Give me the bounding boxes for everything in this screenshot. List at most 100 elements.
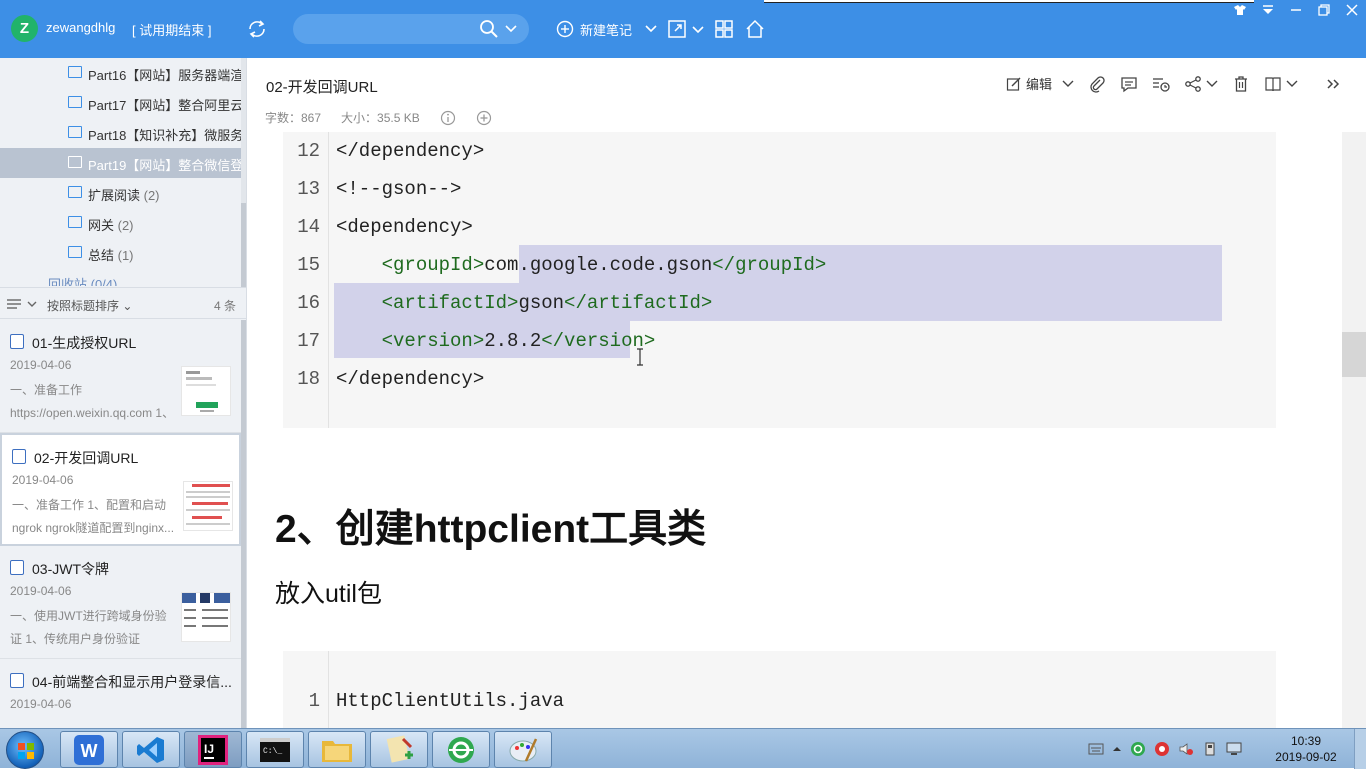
network-icon[interactable]	[1226, 741, 1242, 757]
list-scrollbar[interactable]	[241, 320, 246, 728]
chevron-up-icon[interactable]	[1112, 744, 1122, 754]
code-text: <artifactId>gson</artifactId>	[381, 292, 713, 314]
show-desktop-button[interactable]	[1354, 729, 1366, 769]
taskbar-explorer[interactable]	[308, 731, 366, 768]
usb-icon[interactable]	[1202, 741, 1218, 757]
grid-icon[interactable]	[713, 18, 735, 40]
taskbar-wps[interactable]: W	[60, 731, 118, 768]
comment-icon[interactable]	[1120, 75, 1138, 93]
trial-status[interactable]: [ 试用期结束 ]	[132, 20, 211, 39]
search-icon[interactable]	[479, 19, 499, 39]
taskbar-cmd[interactable]: C:\_	[246, 731, 304, 768]
scrollbar-thumb[interactable]	[1342, 332, 1366, 377]
code-text: <version>2.8.2</version>	[381, 330, 656, 352]
folder-item[interactable]: Part16【网站】服务器端渲	[0, 58, 241, 88]
taskbar-paint[interactable]	[494, 731, 552, 768]
expand-icon[interactable]	[666, 18, 688, 40]
system-tray	[1088, 739, 1242, 759]
taskbar-vscode[interactable]	[122, 731, 180, 768]
line-number: 13	[297, 178, 320, 200]
note-snippet: 一、准备工作 https://open.weixin.qq.com 1、注册 2…	[10, 383, 175, 420]
line-number: 15	[297, 254, 320, 276]
skin-icon[interactable]	[1226, 0, 1254, 20]
chevron-down-icon[interactable]	[1062, 79, 1074, 89]
taskbar-notepad[interactable]	[370, 731, 428, 768]
double-chevron-right-icon[interactable]	[1324, 75, 1342, 93]
code-line: 16 <artifactId>gson</artifactId>	[283, 284, 1276, 322]
code-block[interactable]: 12 </dependency> 13 <!--gson--> 14 <depe…	[283, 132, 1276, 428]
chevron-down-icon[interactable]	[1286, 79, 1298, 89]
chevron-down-icon[interactable]	[691, 18, 705, 40]
sort-dropdown[interactable]: 按照标题排序 ⌄	[47, 297, 132, 314]
username[interactable]: zewangdhlg	[46, 20, 115, 35]
code-block[interactable]: 1 HttpClientUtils.java	[283, 651, 1276, 728]
note-item[interactable]: 04-前端整合和显示用户登录信... 2019-04-06	[0, 659, 241, 728]
chevron-down-icon[interactable]	[504, 23, 518, 35]
avatar[interactable]: Z	[11, 15, 38, 42]
svg-text:IJ: IJ	[204, 742, 214, 756]
note-date: 2019-04-06	[12, 473, 74, 487]
folder-item-selected[interactable]: Part19【网站】整合微信登	[0, 148, 241, 178]
folder-item[interactable]: 总结 (1)	[0, 238, 241, 268]
note-item[interactable]: 03-JWT令牌 2019-04-06 一、使用JWT进行跨域身份验证 1、传统…	[0, 546, 241, 659]
recorder-tray-icon[interactable]	[1154, 741, 1170, 757]
folder-item[interactable]: Part17【网站】整合阿里云	[0, 88, 241, 118]
line-number: 14	[297, 216, 320, 238]
content-scrollbar[interactable]	[1342, 132, 1366, 728]
sync-icon[interactable]	[246, 18, 268, 40]
edit-button[interactable]: 编辑	[1006, 74, 1074, 93]
note-item[interactable]: 01-生成授权URL 2019-04-06 一、准备工作 https://ope…	[0, 320, 241, 433]
note-title: 03-JWT令牌	[32, 561, 109, 577]
attachment-icon[interactable]	[1088, 75, 1106, 93]
add-tag-icon[interactable]	[476, 110, 492, 126]
search-input[interactable]	[305, 20, 475, 38]
browser-tray-icon[interactable]	[1130, 741, 1146, 757]
code-text: </dependency>	[336, 140, 485, 162]
info-icon[interactable]	[440, 110, 456, 126]
scrollbar-thumb[interactable]	[241, 320, 246, 728]
minimize-icon[interactable]	[1282, 0, 1310, 20]
tree-scrollbar[interactable]	[241, 58, 246, 288]
scrollbar-thumb[interactable]	[241, 203, 246, 288]
recycle-bin[interactable]: 回收站 (0/4)	[48, 274, 117, 286]
note-thumbnail	[181, 366, 231, 416]
search-box	[293, 14, 529, 44]
chevron-down-icon[interactable]	[644, 23, 658, 35]
taskbar-browser[interactable]	[432, 731, 490, 768]
folder-item[interactable]: Part18【知识补充】微服务	[0, 118, 241, 148]
page-title: 02-开发回调URL	[266, 79, 378, 96]
doc-meta: 字数：867 大小：35.5 KB	[265, 109, 492, 126]
note-content[interactable]: 12 </dependency> 13 <!--gson--> 14 <depe…	[248, 132, 1342, 728]
folder-item[interactable]: 网关 (2)	[0, 208, 241, 238]
folder-icon	[68, 96, 82, 108]
trash-icon[interactable]	[1232, 75, 1250, 93]
folder-icon	[68, 246, 82, 258]
folder-item[interactable]: 扩展阅读 (2)	[0, 178, 241, 208]
chevron-down-icon[interactable]	[1206, 79, 1218, 89]
start-button[interactable]	[6, 731, 44, 769]
history-icon[interactable]	[1152, 75, 1170, 93]
new-note-button[interactable]: 新建笔记	[556, 18, 658, 40]
file-size: 大小：35.5 KB	[341, 111, 420, 125]
taskbar-intellij[interactable]: IJ	[184, 731, 242, 768]
menu-icon[interactable]	[1254, 0, 1282, 20]
volume-muted-icon[interactable]	[1178, 741, 1194, 757]
note-item-selected[interactable]: 02-开发回调URL 2019-04-06 一、准备工作 1、配置和启动ngro…	[0, 433, 241, 546]
folder-icon	[68, 66, 82, 78]
restore-icon[interactable]	[1310, 0, 1338, 20]
paint-icon	[509, 737, 538, 762]
home-icon[interactable]	[744, 18, 766, 40]
edit-label: 编辑	[1025, 77, 1052, 92]
clock[interactable]: 10:39 2019-09-02	[1266, 733, 1346, 765]
code-line: 15 <groupId>com.google.code.gson</groupI…	[283, 246, 1276, 284]
folder-icon	[68, 216, 82, 228]
folder-label: 网关 (2)	[88, 218, 134, 233]
keyboard-icon[interactable]	[1088, 743, 1104, 755]
list-view-icon[interactable]	[7, 299, 37, 311]
clock-time: 10:39	[1290, 734, 1322, 748]
reading-mode-button[interactable]	[1264, 75, 1298, 93]
close-icon[interactable]	[1338, 0, 1366, 20]
share-button[interactable]	[1184, 75, 1218, 93]
note-snippet: 一、准备工作 1、配置和启动ngrok ngrok隧道配置到nginx...	[12, 498, 175, 535]
doc-toolbar: 编辑	[1006, 74, 1342, 93]
